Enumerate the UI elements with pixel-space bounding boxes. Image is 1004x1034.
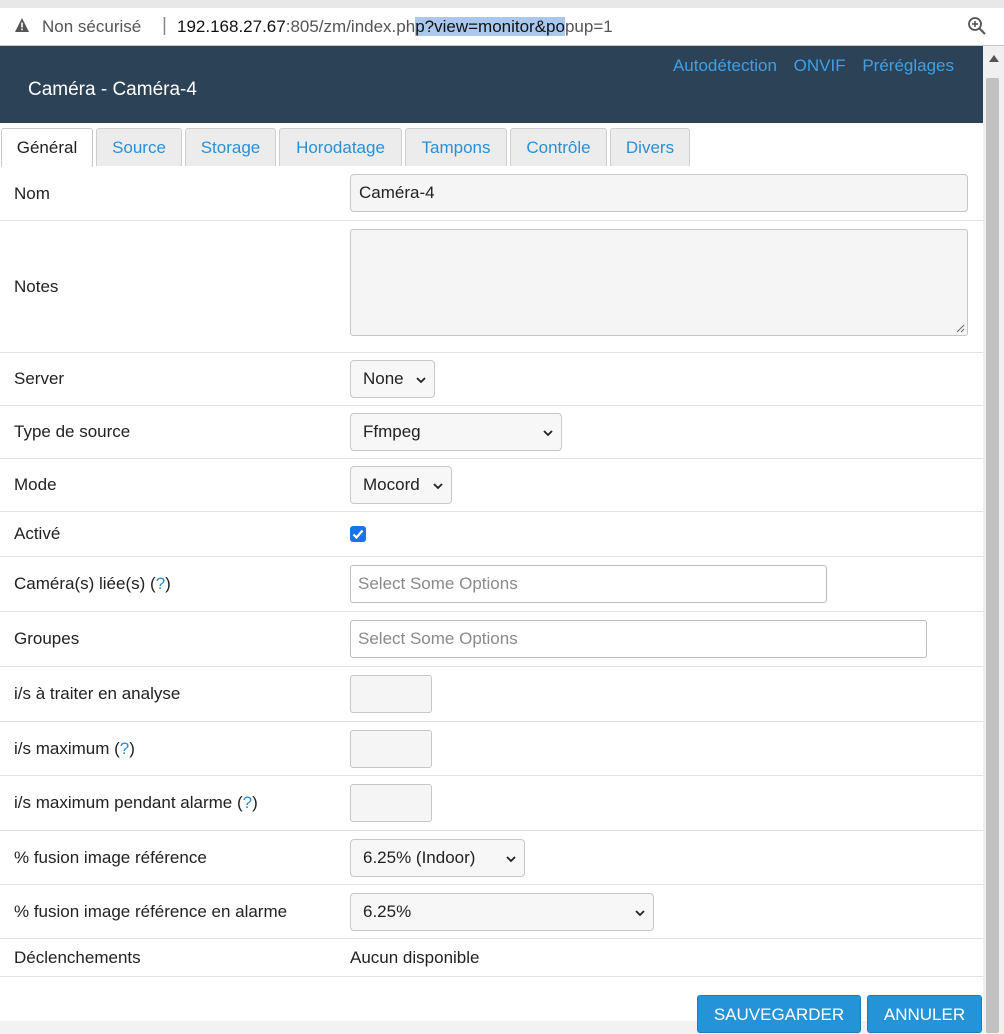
warning-icon[interactable] [14,17,30,33]
triggers-label: Déclenchements [14,948,141,967]
mode-value: Mocord [363,475,420,494]
row-mode: Mode Mocord [0,459,983,512]
ref-blend-value: 6.25% (Indoor) [363,848,476,867]
tab-general[interactable]: Général [1,128,93,168]
chevron-down-icon [635,910,645,917]
tab-storage[interactable]: Storage [185,128,276,166]
chevron-down-icon [543,430,553,437]
onvif-link[interactable]: ONVIF [794,56,846,75]
mode-select[interactable]: Mocord [350,466,452,504]
page-title: Caméra - Caméra-4 [28,79,197,100]
scrollbar-thumb[interactable] [986,78,999,1033]
help-link[interactable]: ? [156,574,165,593]
security-label[interactable]: Non sécurisé [42,17,141,37]
row-notes: Notes [0,221,983,353]
chevron-down-icon [416,377,426,384]
url-separator: | [162,15,167,36]
monitor-header: Caméra - Caméra-4 Autodétection ONVIF Pr… [0,46,983,123]
linked-cameras-input[interactable]: Select Some Options [350,565,827,603]
row-alarm-max-fps: i/s maximum pendant alarme (?) [0,776,983,831]
alarm-ref-blend-value: 6.25% [363,902,412,921]
monitor-form: Nom Caméra-4 Notes Server None Type de s… [0,167,983,1023]
ref-blend-label: % fusion image référence [14,848,207,867]
tab-timestamp[interactable]: Horodatage [279,128,402,166]
checkmark-icon [352,529,364,540]
resize-grip-icon[interactable] [956,324,965,333]
server-value: None [363,369,404,388]
autodetect-link[interactable]: Autodétection [673,56,777,75]
row-groups: Groupes Select Some Options [0,612,983,667]
source-type-label: Type de source [14,422,131,441]
help-link[interactable]: ? [243,793,252,812]
tab-bar: Général Source Storage Horodatage Tampon… [0,123,983,168]
linked-cameras-label: Caméra(s) liée(s) (?) [14,574,171,593]
save-button[interactable]: SAUVEGARDER [697,995,861,1033]
chevron-down-icon [506,856,516,863]
row-alarm-ref-blend: % fusion image référence en alarme 6.25% [0,885,983,939]
page-scrollbar[interactable] [983,46,1004,1033]
max-fps-label: i/s maximum (?) [14,739,135,758]
header-links: Autodétection ONVIF Préréglages [661,56,954,76]
chevron-down-icon [433,483,443,490]
server-label: Server [14,369,65,388]
groups-label: Groupes [14,629,80,648]
browser-top-edge [0,0,1004,8]
name-input[interactable]: Caméra-4 [350,174,968,212]
notes-label: Notes [14,277,59,296]
row-linked-cameras: Caméra(s) liée(s) (?) Select Some Option… [0,557,983,612]
help-link[interactable]: ? [120,739,129,758]
tab-misc[interactable]: Divers [610,128,690,166]
row-triggers: Déclenchements Aucun disponible [0,939,983,977]
tab-control[interactable]: Contrôle [510,128,607,166]
row-name: Nom Caméra-4 [0,167,983,221]
presets-link[interactable]: Préréglages [862,56,954,75]
max-fps-input[interactable] [350,730,432,768]
tab-source[interactable]: Source [96,128,182,166]
notes-textarea[interactable] [350,229,968,336]
analysis-fps-label: i/s à traiter en analyse [14,684,181,703]
tab-buffers[interactable]: Tampons [405,128,507,166]
url-path: :805/zm/index.ph [285,17,416,36]
scroll-up-icon[interactable] [989,55,999,62]
server-select[interactable]: None [350,360,435,398]
alarm-max-fps-label: i/s maximum pendant alarme (?) [14,793,258,812]
triggers-value: Aucun disponible [350,948,480,967]
row-analysis-fps: i/s à traiter en analyse [0,667,983,722]
url-host: 192.168.27.67 [177,17,286,36]
source-type-select[interactable]: Ffmpeg [350,413,562,451]
zoom-icon[interactable] [967,16,987,36]
mode-label: Mode [14,475,57,494]
name-label: Nom [14,184,50,203]
source-type-value: Ffmpeg [363,422,421,441]
enabled-checkbox[interactable] [350,526,366,542]
row-ref-blend: % fusion image référence 6.25% (Indoor) [0,831,983,885]
enabled-label: Activé [14,524,61,543]
url-selection: p?view=monitor&po [415,17,565,36]
row-server: Server None [0,353,983,406]
analysis-fps-input[interactable] [350,675,432,713]
alarm-ref-blend-select[interactable]: 6.25% [350,893,654,931]
groups-input[interactable]: Select Some Options [350,620,927,658]
url-text[interactable]: 192.168.27.67:805/zm/index.php?view=moni… [177,17,613,37]
row-max-fps: i/s maximum (?) [0,722,983,776]
row-enabled: Activé [0,512,983,557]
url-rest: pup=1 [564,17,613,36]
cancel-button[interactable]: ANNULER [867,995,982,1033]
alarm-ref-blend-label: % fusion image référence en alarme [14,902,288,921]
ref-blend-select[interactable]: 6.25% (Indoor) [350,839,525,877]
row-source-type: Type de source Ffmpeg [0,406,983,459]
alarm-max-fps-input[interactable] [350,784,432,822]
browser-url-bar[interactable]: Non sécurisé | 192.168.27.67:805/zm/inde… [0,0,1004,46]
